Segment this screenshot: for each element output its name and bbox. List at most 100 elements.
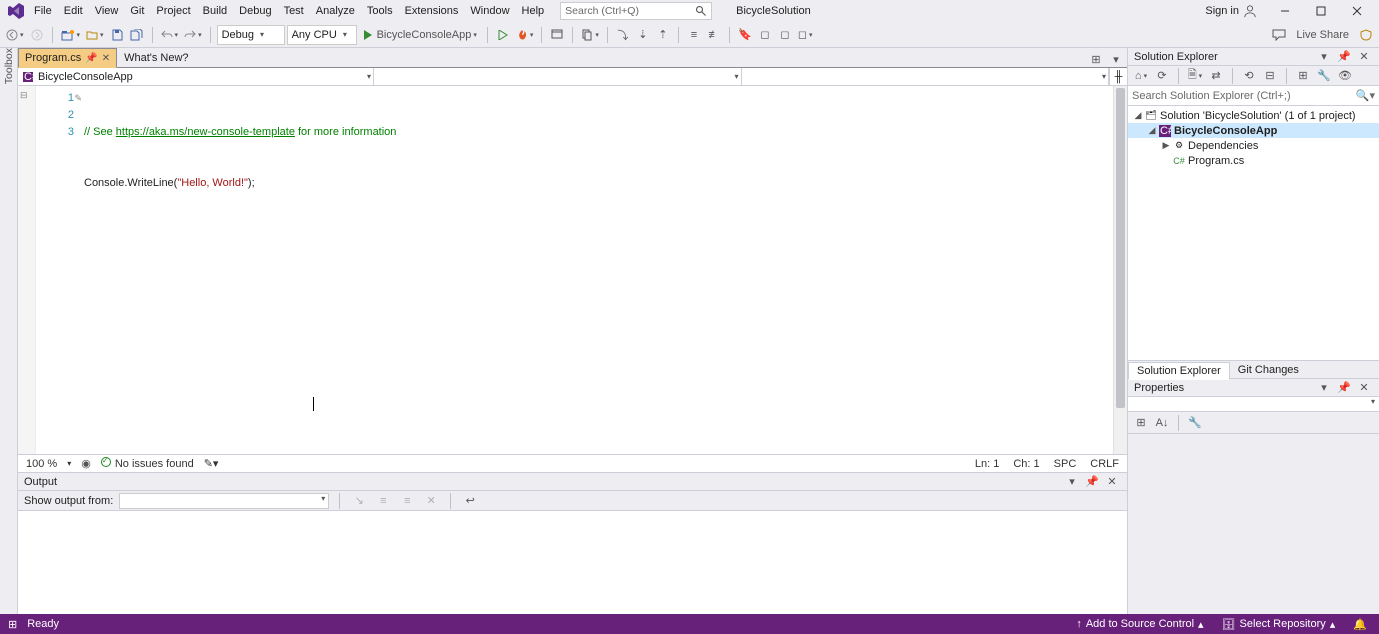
menu-git[interactable]: Git <box>124 3 150 19</box>
menu-edit[interactable]: Edit <box>58 3 89 19</box>
menu-tools[interactable]: Tools <box>361 3 399 19</box>
live-share-button[interactable]: Live Share <box>1290 25 1355 45</box>
se-options-button[interactable]: ▾ <box>1315 50 1333 64</box>
nav-member-dropdown[interactable]: ▾ <box>742 68 1110 85</box>
open-file-button[interactable] <box>84 25 106 45</box>
se-switch-view-button[interactable]: ⟳ <box>1153 68 1171 84</box>
toolbox-strip[interactable]: Toolbox <box>0 48 18 614</box>
outlining-toggle-icon[interactable]: ⊟ <box>18 86 35 101</box>
find-in-files-button[interactable] <box>579 25 601 45</box>
props-close-button[interactable]: ✕ <box>1355 381 1373 395</box>
sign-in-button[interactable]: Sign in <box>1199 2 1263 20</box>
se-sync-button[interactable]: ⇄ <box>1207 68 1225 84</box>
zoom-level[interactable]: 100 % <box>26 458 57 470</box>
prev-bookmark-button[interactable]: ◻ <box>756 25 774 45</box>
indent-type[interactable]: SPC <box>1054 458 1077 470</box>
maximize-button[interactable] <box>1307 1 1335 21</box>
redo-button[interactable] <box>182 25 204 45</box>
props-alpha-button[interactable]: A↓ <box>1153 413 1171 433</box>
config-dropdown[interactable]: Debug <box>217 25 285 45</box>
step-out-button[interactable]: ⇡ <box>654 25 672 45</box>
solution-tree[interactable]: ◢🗂 Solution 'BicycleSolution' (1 of 1 pr… <box>1128 106 1379 360</box>
se-pin-button[interactable]: 📌 <box>1335 50 1353 64</box>
props-categorized-button[interactable]: ⊞ <box>1132 413 1150 433</box>
vertical-scrollbar[interactable] <box>1113 86 1127 454</box>
start-debug-button[interactable]: BicycleConsoleApp <box>359 25 481 45</box>
glyph-margin[interactable]: ⊟ <box>18 86 36 454</box>
se-show-all-button[interactable]: ⊞ <box>1294 68 1312 84</box>
comment-button[interactable]: ≡ <box>685 25 703 45</box>
uncomment-button[interactable]: ≢ <box>705 25 723 45</box>
se-search-input[interactable]: Search Solution Explorer (Ctrl+;) 🔍▾ <box>1128 86 1379 106</box>
output-body[interactable] <box>18 511 1127 614</box>
no-issues-indicator[interactable]: No issues found <box>101 457 194 470</box>
output-options-button[interactable]: ▾ <box>1063 475 1081 489</box>
output-pin-button[interactable]: 📌 <box>1083 475 1101 489</box>
tab-program-cs[interactable]: Program.cs 📌 ✕ <box>18 48 117 68</box>
props-object-dropdown[interactable] <box>1128 397 1379 412</box>
search-input[interactable]: Search (Ctrl+Q) <box>560 2 712 20</box>
split-editor-button[interactable]: ╫ <box>1109 68 1127 85</box>
save-all-button[interactable] <box>128 25 146 45</box>
save-button[interactable] <box>108 25 126 45</box>
active-files-dropdown[interactable]: ▾ <box>1107 51 1125 67</box>
browser-link-button[interactable] <box>548 25 566 45</box>
menu-help[interactable]: Help <box>516 3 551 19</box>
platform-dropdown[interactable]: Any CPU <box>287 25 357 45</box>
next-bookmark-button[interactable]: ◻ <box>776 25 794 45</box>
select-repository-button[interactable]: 🗄 Select Repository ▴ <box>1218 618 1340 631</box>
step-over-button[interactable]: ⤵ <box>614 25 632 45</box>
tab-git-changes[interactable]: Git Changes <box>1230 362 1307 378</box>
pin-icon[interactable]: 📌 <box>85 53 97 64</box>
properties-grid[interactable] <box>1128 434 1379 614</box>
undo-button[interactable] <box>159 25 181 45</box>
menu-debug[interactable]: Debug <box>233 3 277 19</box>
menu-view[interactable]: View <box>89 3 125 19</box>
notifications-button[interactable]: 🔔 <box>1349 618 1371 631</box>
scrollbar-thumb[interactable] <box>1116 88 1125 408</box>
health-indicator-icon[interactable]: ✎▾ <box>204 457 219 470</box>
props-pin-button[interactable]: 📌 <box>1335 381 1353 395</box>
nav-back-button[interactable] <box>4 25 26 45</box>
tree-dependencies-node[interactable]: ▶⚙ Dependencies <box>1128 138 1379 153</box>
menu-file[interactable]: File <box>28 3 58 19</box>
output-close-button[interactable]: ✕ <box>1103 475 1121 489</box>
menu-build[interactable]: Build <box>197 3 233 19</box>
se-collapse-button[interactable]: ⊟ <box>1261 68 1279 84</box>
tree-project-node[interactable]: ◢C# BicycleConsoleApp <box>1128 123 1379 138</box>
minimize-button[interactable] <box>1271 1 1299 21</box>
hot-reload-button[interactable] <box>514 25 536 45</box>
preview-changes-icon[interactable]: ⊞ <box>1087 51 1105 67</box>
se-home-button[interactable]: ⌂ <box>1132 68 1150 84</box>
tab-whats-new[interactable]: What's New? <box>117 48 195 68</box>
nav-type-dropdown[interactable]: ▾ <box>374 68 742 85</box>
feedback-button[interactable] <box>1270 25 1288 45</box>
menu-test[interactable]: Test <box>278 3 310 19</box>
props-options-button[interactable]: ▾ <box>1315 381 1333 395</box>
step-into-button[interactable]: ⇣ <box>634 25 652 45</box>
output-wrap-button[interactable]: ↩ <box>461 491 479 511</box>
se-properties-button[interactable]: 🔧 <box>1315 68 1333 84</box>
code-area[interactable]: // See https://aka.ms/new-console-templa… <box>80 86 1113 454</box>
output-source-dropdown[interactable] <box>119 493 329 509</box>
props-pages-button[interactable]: 🔧 <box>1186 413 1204 433</box>
menu-window[interactable]: Window <box>464 3 515 19</box>
se-refresh-button[interactable]: ⟲ <box>1240 68 1258 84</box>
menu-project[interactable]: Project <box>150 3 196 19</box>
nav-forward-button[interactable] <box>28 25 46 45</box>
tab-solution-explorer[interactable]: Solution Explorer <box>1128 362 1230 380</box>
zoom-dropdown-icon[interactable]: ▾ <box>67 459 71 468</box>
menu-extensions[interactable]: Extensions <box>399 3 465 19</box>
new-project-button[interactable] <box>59 25 83 45</box>
line-ending[interactable]: CRLF <box>1090 458 1119 470</box>
close-window-button[interactable] <box>1343 1 1371 21</box>
code-editor[interactable]: ⊟ 1 2 3 ✎ // See https://aka.ms/new-cons… <box>18 86 1127 454</box>
find-errors-button[interactable]: ◉ <box>81 457 91 470</box>
output-goto-button[interactable]: ↘ <box>350 491 368 511</box>
tree-program-cs-node[interactable]: C# Program.cs <box>1128 153 1379 168</box>
se-preview-button[interactable]: 👁 <box>1336 68 1354 84</box>
output-clear-button[interactable]: ✕ <box>422 491 440 511</box>
bookmark-menu-button[interactable]: ◻ <box>796 25 815 45</box>
se-close-button[interactable]: ✕ <box>1355 50 1373 64</box>
add-source-control-button[interactable]: ↑ Add to Source Control ▴ <box>1072 618 1207 631</box>
